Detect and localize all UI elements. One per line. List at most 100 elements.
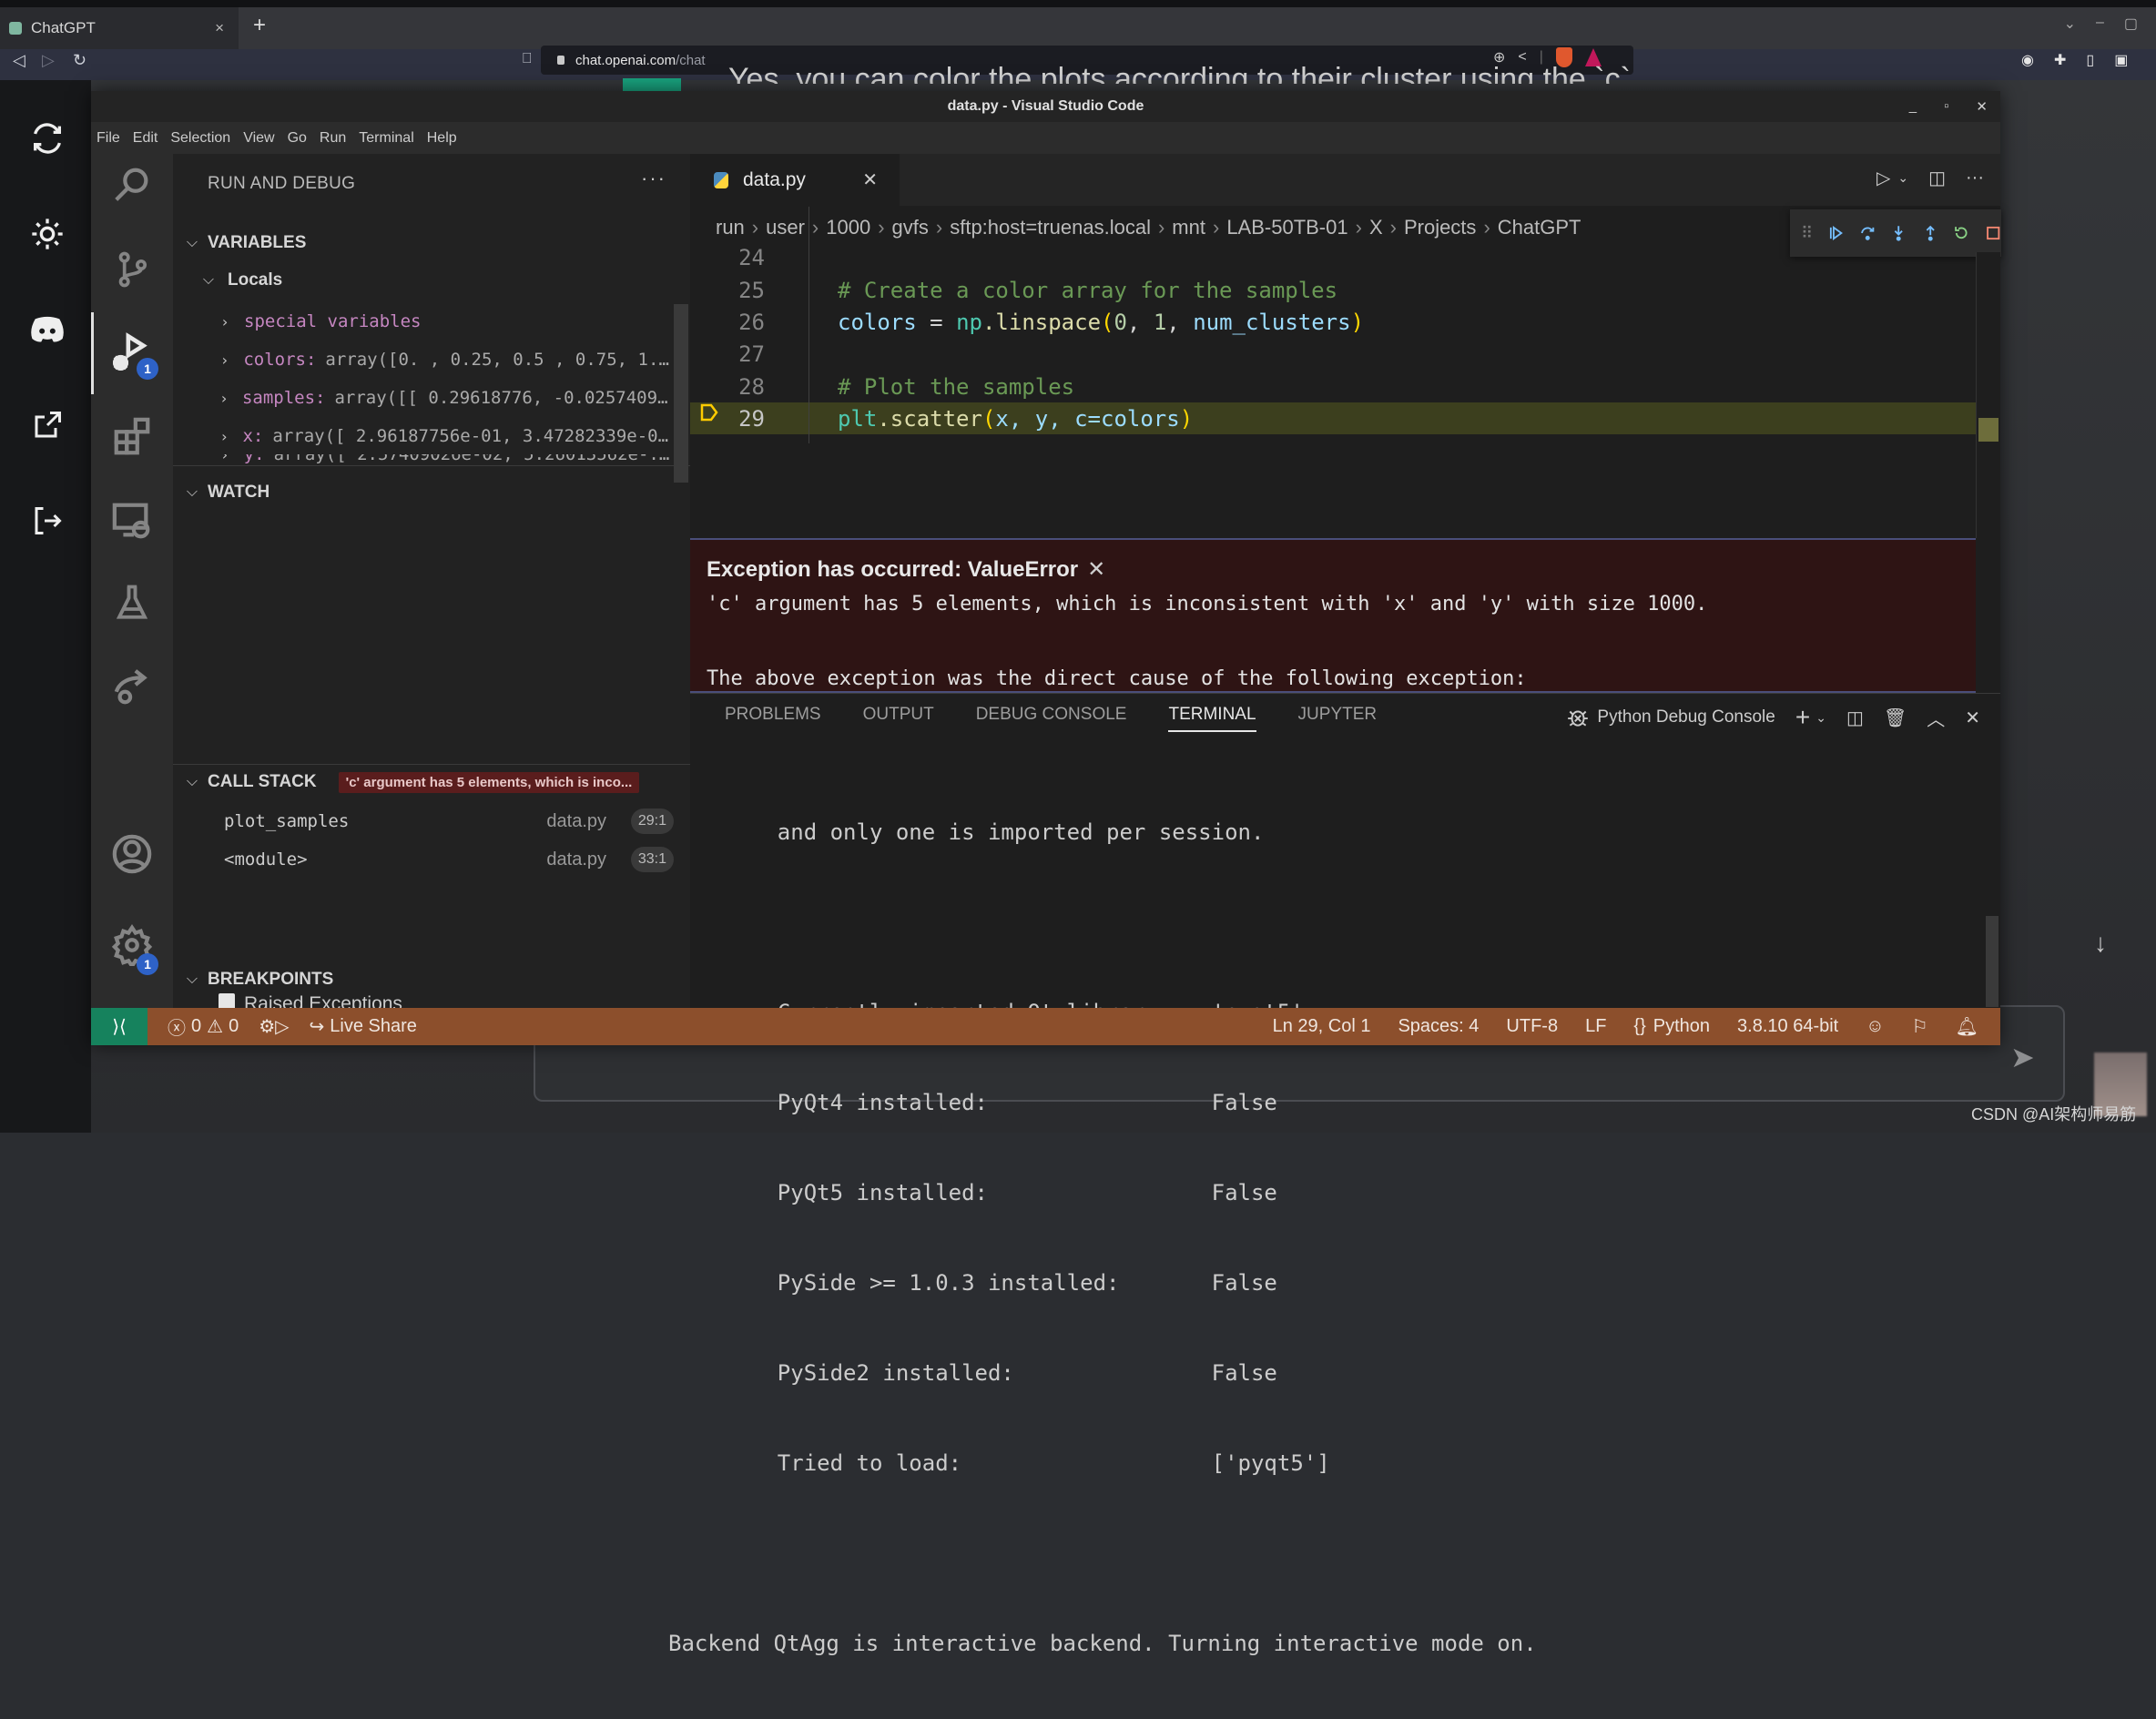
run-python-file-icon[interactable]: ▷ bbox=[1876, 167, 1890, 189]
indentation[interactable]: Spaces: 4 bbox=[1398, 1016, 1479, 1037]
activity-testing[interactable] bbox=[91, 571, 173, 635]
activity-source-control[interactable] bbox=[91, 238, 173, 301]
close-panel-icon[interactable]: ✕ bbox=[1965, 707, 1980, 729]
menu-help[interactable]: Help bbox=[427, 130, 457, 147]
brightness-icon[interactable] bbox=[27, 214, 67, 254]
terminal-scroll-thumb[interactable] bbox=[1986, 916, 1998, 1007]
variables-scrollbar[interactable] bbox=[674, 304, 688, 483]
reload-icon[interactable]: ↻ bbox=[73, 51, 86, 70]
menu-edit[interactable]: Edit bbox=[133, 130, 158, 147]
terminal-output[interactable]: and only one is imported per session. Cu… bbox=[668, 758, 1537, 1719]
activity-run-debug[interactable]: 1 bbox=[91, 321, 173, 385]
breadcrumb-item[interactable]: user bbox=[766, 216, 805, 239]
vscode-minimize-icon[interactable]: _ bbox=[1909, 98, 1917, 115]
python-interpreter[interactable]: 3.8.10 64-bit bbox=[1737, 1016, 1838, 1037]
split-editor-icon[interactable]: ◫ bbox=[1928, 167, 1946, 189]
more-actions-icon[interactable]: ··· bbox=[641, 167, 666, 190]
activity-manage[interactable]: 1 bbox=[91, 913, 173, 977]
cursor-position[interactable]: Ln 29, Col 1 bbox=[1273, 1016, 1371, 1037]
close-exception-icon[interactable]: ✕ bbox=[1087, 557, 1105, 582]
close-tab-icon[interactable]: ✕ bbox=[862, 168, 878, 191]
watch-section-header[interactable]: ⌵ WATCH bbox=[173, 476, 690, 509]
breadcrumb-item[interactable]: sftp:host=truenas.local bbox=[950, 216, 1151, 239]
menu-view[interactable]: View bbox=[243, 130, 274, 147]
breadcrumb-item[interactable]: ChatGPT bbox=[1498, 216, 1581, 239]
tab-problems[interactable]: PROBLEMS bbox=[725, 705, 821, 725]
maximize-icon[interactable]: ▢ bbox=[2124, 15, 2138, 33]
forward-icon[interactable]: ▷ bbox=[42, 51, 55, 70]
editor-tab-data-py[interactable]: data.py ✕ bbox=[690, 154, 900, 206]
variables-section-header[interactable]: ⌵ VARIABLES bbox=[173, 227, 690, 259]
drag-handle-icon[interactable]: ⠿ bbox=[1801, 224, 1813, 243]
kill-terminal-trash-icon[interactable]: 🗑 bbox=[1884, 707, 1907, 729]
end-of-line[interactable]: LF bbox=[1585, 1016, 1606, 1037]
logout-icon[interactable] bbox=[27, 501, 67, 541]
send-message-icon[interactable]: ➤ bbox=[2010, 1040, 2035, 1074]
minimize-icon[interactable]: – bbox=[2096, 15, 2104, 33]
editor-scrollbar[interactable] bbox=[1976, 252, 2000, 538]
breadcrumb-item[interactable]: Projects bbox=[1404, 216, 1476, 239]
bookmark-icon[interactable]: ⎕ bbox=[523, 51, 532, 67]
menu-run[interactable]: Run bbox=[320, 130, 346, 147]
run-options-chevron-icon[interactable]: ⌄ bbox=[1897, 170, 1908, 186]
variable-row[interactable]: › samples: array([[ 0.29618776, -0.02574… bbox=[173, 380, 672, 416]
encoding[interactable]: UTF-8 bbox=[1506, 1016, 1558, 1037]
menu-terminal[interactable]: Terminal bbox=[359, 130, 413, 147]
new-terminal-icon[interactable]: + bbox=[1795, 703, 1810, 732]
breadcrumb-item[interactable]: mnt bbox=[1172, 216, 1205, 239]
notifications-bell-icon[interactable]: 🔔︎ bbox=[1956, 1015, 1978, 1038]
menu-selection[interactable]: Selection bbox=[170, 130, 230, 147]
extensions-puzzle-icon[interactable]: ✚ bbox=[2054, 51, 2066, 69]
split-terminal-icon[interactable]: ◫ bbox=[1846, 707, 1864, 729]
activity-search[interactable] bbox=[91, 154, 173, 218]
locals-scope[interactable]: ⌵ Locals bbox=[173, 264, 690, 297]
activity-live-share[interactable] bbox=[91, 655, 173, 718]
wallet-icon[interactable]: ▣ bbox=[2114, 51, 2128, 69]
vscode-close-icon[interactable]: ✕ bbox=[1976, 98, 1988, 115]
tab-jupyter[interactable]: JUPYTER bbox=[1298, 705, 1378, 725]
callstack-frame[interactable]: <module> data.py 33:1 bbox=[173, 840, 690, 879]
close-tab-icon[interactable]: × bbox=[215, 19, 224, 37]
tab-debug-console[interactable]: DEBUG CONSOLE bbox=[976, 705, 1127, 725]
external-link-icon[interactable] bbox=[27, 405, 67, 445]
remote-indicator-icon[interactable]: ⟩⟨ bbox=[91, 1008, 147, 1045]
variable-row[interactable]: › special variables bbox=[173, 303, 672, 340]
breadcrumb-item[interactable]: gvfs bbox=[892, 216, 929, 239]
maximize-panel-chevron-up-icon[interactable]: ︿ bbox=[1927, 705, 1945, 731]
tab-list-chevron-icon[interactable]: ⌄ bbox=[2064, 15, 2076, 33]
menu-file[interactable]: File bbox=[97, 130, 120, 147]
breadcrumb-item[interactable]: LAB-50TB-01 bbox=[1226, 216, 1348, 239]
menu-go[interactable]: Go bbox=[288, 130, 307, 147]
code-token: num_clusters bbox=[1193, 309, 1351, 335]
discord-icon[interactable] bbox=[27, 310, 67, 350]
browser-tab-chatgpt[interactable]: ChatGPT × bbox=[0, 7, 239, 49]
variable-row[interactable]: › colors: array([0. , 0.25, 0.5 , 0.75, … bbox=[173, 341, 672, 378]
new-tab-button[interactable]: + bbox=[253, 13, 266, 38]
language-mode[interactable]: {} Python bbox=[1633, 1016, 1710, 1037]
breadcrumb-item[interactable]: X bbox=[1369, 216, 1383, 239]
vscode-maximize-icon[interactable]: ▫ bbox=[1944, 98, 1948, 115]
copilot-icon[interactable]: ☺ bbox=[1866, 1016, 1884, 1037]
terminal-selector[interactable]: Python Debug Console bbox=[1566, 706, 1775, 729]
activity-remote-explorer[interactable] bbox=[91, 489, 173, 553]
problems-status[interactable]: ⓧ 0 ⚠ 0 bbox=[168, 1013, 239, 1040]
variable-row[interactable]: › x: array([ 2.96187756e-01, 3.47282339e… bbox=[173, 418, 672, 454]
scroll-down-icon[interactable]: ↓ bbox=[2094, 929, 2107, 958]
debug-status-icon[interactable]: ⚙▷ bbox=[259, 1015, 289, 1038]
breadcrumb-item[interactable]: 1000 bbox=[826, 216, 870, 239]
tab-output[interactable]: OUTPUT bbox=[863, 705, 934, 725]
sync-icon[interactable] bbox=[27, 118, 67, 158]
feedback-icon[interactable]: ⚐ bbox=[1912, 1015, 1928, 1038]
back-icon[interactable]: ◁ bbox=[13, 51, 25, 70]
callstack-section-header[interactable]: ⌵ CALL STACK 'c' argument has 5 elements… bbox=[173, 766, 690, 798]
activity-extensions[interactable] bbox=[91, 405, 173, 469]
live-share-status[interactable]: ↪ Live Share bbox=[310, 1015, 417, 1038]
terminal-launch-profile-chevron-icon[interactable]: ⌄ bbox=[1815, 710, 1826, 726]
breadcrumb-item[interactable]: run bbox=[716, 216, 745, 239]
more-actions-icon[interactable]: ··· bbox=[1966, 168, 1984, 188]
callstack-frame[interactable]: plot_samples data.py 29:1 bbox=[173, 802, 690, 840]
tab-terminal[interactable]: TERMINAL bbox=[1168, 705, 1256, 732]
extension-avatar-icon[interactable]: ◉ bbox=[2021, 51, 2034, 69]
activity-accounts[interactable] bbox=[91, 822, 173, 886]
sidebar-toggle-icon[interactable]: ▯ bbox=[2086, 51, 2094, 69]
